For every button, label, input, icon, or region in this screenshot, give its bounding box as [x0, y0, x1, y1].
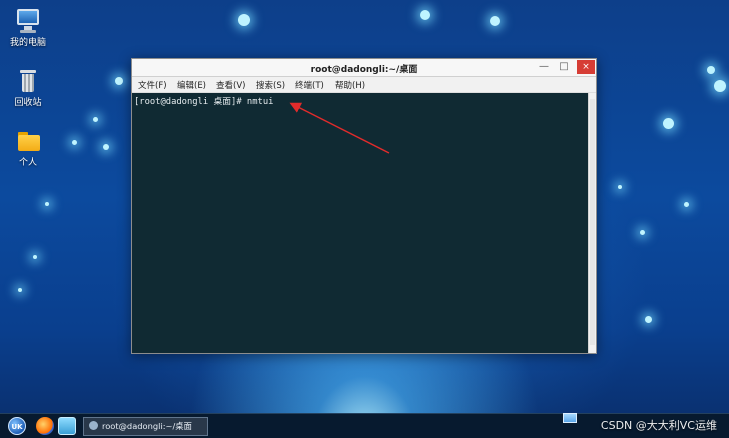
display-tray-icon[interactable]	[563, 413, 577, 423]
close-button[interactable]: ×	[577, 60, 595, 74]
desktop-icon-trash[interactable]: 回收站	[0, 68, 56, 109]
menu-edit[interactable]: 编辑(E)	[177, 79, 206, 91]
watermark-text: CSDN @大大利VC运维	[600, 419, 717, 432]
start-menu-button[interactable]: UK	[8, 417, 26, 435]
menu-help[interactable]: 帮助(H)	[335, 79, 365, 91]
menu-terminal[interactable]: 终端(T)	[295, 79, 324, 91]
taskbar-item-label: root@dadongli:~/桌面	[102, 421, 192, 431]
desktop-icon-label: 我的电脑	[9, 38, 46, 48]
taskbar-terminal-item[interactable]: root@dadongli:~/桌面	[83, 417, 208, 436]
desktop-icon-label: 个人	[18, 158, 37, 168]
desktop-icon-label: 回收站	[14, 98, 42, 108]
trash-icon	[14, 68, 42, 94]
window-title: root@dadongli:~/桌面	[310, 65, 418, 75]
scrollbar-thumb[interactable]	[590, 99, 595, 345]
window-titlebar[interactable]: root@dadongli:~/桌面 — □ ×	[132, 59, 596, 77]
folder-icon	[14, 128, 42, 154]
terminal-icon	[89, 421, 98, 430]
firefox-icon[interactable]	[36, 417, 54, 435]
menu-search[interactable]: 搜索(S)	[256, 79, 285, 91]
menu-view[interactable]: 查看(V)	[216, 79, 245, 91]
minimize-button[interactable]: —	[536, 60, 552, 74]
terminal-scrollbar[interactable]	[588, 93, 596, 353]
terminal-window: root@dadongli:~/桌面 — □ × 文件(F) 编辑(E) 查看(…	[131, 58, 597, 354]
menu-file[interactable]: 文件(F)	[138, 79, 167, 91]
maximize-button[interactable]: □	[556, 60, 572, 74]
file-manager-icon[interactable]	[58, 417, 76, 435]
desktop-icon-home-folder[interactable]: 个人	[0, 128, 56, 169]
computer-icon	[14, 8, 42, 34]
terminal-area[interactable]: [root@dadongli 桌面]# nmtui	[132, 93, 588, 353]
desktop-icon-computer[interactable]: 我的电脑	[0, 8, 56, 49]
menu-bar: 文件(F) 编辑(E) 查看(V) 搜索(S) 终端(T) 帮助(H)	[132, 77, 596, 93]
terminal-command-line: [root@dadongli 桌面]# nmtui	[134, 97, 274, 107]
taskbar: UK root@dadongli:~/桌面 CSDN @大大利VC运维	[0, 413, 729, 438]
